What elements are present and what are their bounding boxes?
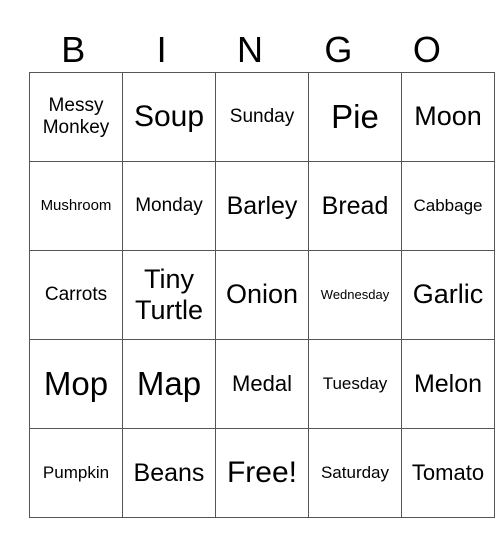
bingo-cell[interactable]: Free! xyxy=(215,428,309,518)
cell-label: Wednesday xyxy=(320,286,390,302)
bingo-cell[interactable]: Bread xyxy=(308,161,402,251)
cell-label: Beans xyxy=(133,458,205,487)
bingo-cell[interactable]: Onion xyxy=(215,250,309,340)
bingo-cell[interactable]: Garlic xyxy=(401,250,495,340)
cell-label: Map xyxy=(136,365,202,403)
grid-row: Mushroom Monday Barley Bread Cabbage xyxy=(29,161,495,251)
cell-label: Monday xyxy=(135,195,203,217)
cell-label: Tuesday xyxy=(322,374,388,394)
cell-label: Bread xyxy=(321,191,389,220)
header-letter-n: N xyxy=(237,29,264,70)
header-letter-i: I xyxy=(156,29,167,70)
bingo-cell[interactable]: Tiny Turtle xyxy=(122,250,216,340)
cell-label: Mop xyxy=(43,365,109,403)
cell-label: Barley xyxy=(226,191,298,220)
cell-label: Garlic xyxy=(412,279,484,310)
grid-row: Mop Map Medal Tuesday Melon xyxy=(29,339,495,429)
bingo-cell[interactable]: Cabbage xyxy=(401,161,495,251)
bingo-cell[interactable]: Mop xyxy=(29,339,123,429)
cell-label: Pie xyxy=(331,98,379,136)
cell-label: Tomato xyxy=(411,460,485,486)
cell-label: Free! xyxy=(226,455,298,489)
cell-label: Carrots xyxy=(44,284,108,306)
bingo-cell[interactable]: Messy Monkey xyxy=(29,72,123,162)
bingo-cell[interactable]: Monday xyxy=(122,161,216,251)
grid-row: Pumpkin Beans Free! Saturday Tomato xyxy=(29,428,495,518)
cell-label: Mushroom xyxy=(40,197,112,215)
bingo-cell[interactable]: Moon xyxy=(401,72,495,162)
cell-label: Messy Monkey xyxy=(42,95,110,138)
header-letter-b: B xyxy=(61,29,86,70)
bingo-cell[interactable]: Medal xyxy=(215,339,309,429)
cell-label: Pumpkin xyxy=(42,463,110,483)
bingo-cell[interactable]: Map xyxy=(122,339,216,429)
cell-label: Onion xyxy=(225,279,299,310)
bingo-cell[interactable]: Soup xyxy=(122,72,216,162)
cell-label: Medal xyxy=(232,371,292,397)
header-letter-g: G xyxy=(324,29,353,70)
bingo-cell[interactable]: Wednesday xyxy=(308,250,402,340)
grid-row: Messy Monkey Soup Sunday Pie Moon xyxy=(29,72,495,162)
cell-label: Sunday xyxy=(229,106,295,128)
bingo-cell[interactable]: Sunday xyxy=(215,72,309,162)
bingo-cell[interactable]: Tomato xyxy=(401,428,495,518)
bingo-cell[interactable]: Carrots xyxy=(29,250,123,340)
bingo-grid: Messy Monkey Soup Sunday Pie Moon Mushroom Mon… xyxy=(29,72,495,518)
cell-label: Soup xyxy=(133,99,205,133)
bingo-cell[interactable]: Saturday xyxy=(308,428,402,518)
header-letter-o: O xyxy=(412,29,441,70)
bingo-cell[interactable]: Beans xyxy=(122,428,216,518)
bingo-cell[interactable]: Pie xyxy=(308,72,402,162)
bingo-cell[interactable]: Pumpkin xyxy=(29,428,123,518)
grid-row: Carrots Tiny Turtle Onion Wednesday Garlic xyxy=(29,250,495,340)
bingo-header: B I N G O xyxy=(29,28,471,72)
cell-label: Melon xyxy=(413,369,483,398)
bingo-cell[interactable]: Tuesday xyxy=(308,339,402,429)
cell-label: Moon xyxy=(414,101,482,132)
bingo-cell[interactable]: Mushroom xyxy=(29,161,123,251)
cell-label: Saturday xyxy=(320,463,390,483)
bingo-cell[interactable]: Melon xyxy=(401,339,495,429)
cell-label: Cabbage xyxy=(413,196,483,216)
cell-label: Tiny Turtle xyxy=(134,263,203,325)
bingo-cell[interactable]: Barley xyxy=(215,161,309,251)
